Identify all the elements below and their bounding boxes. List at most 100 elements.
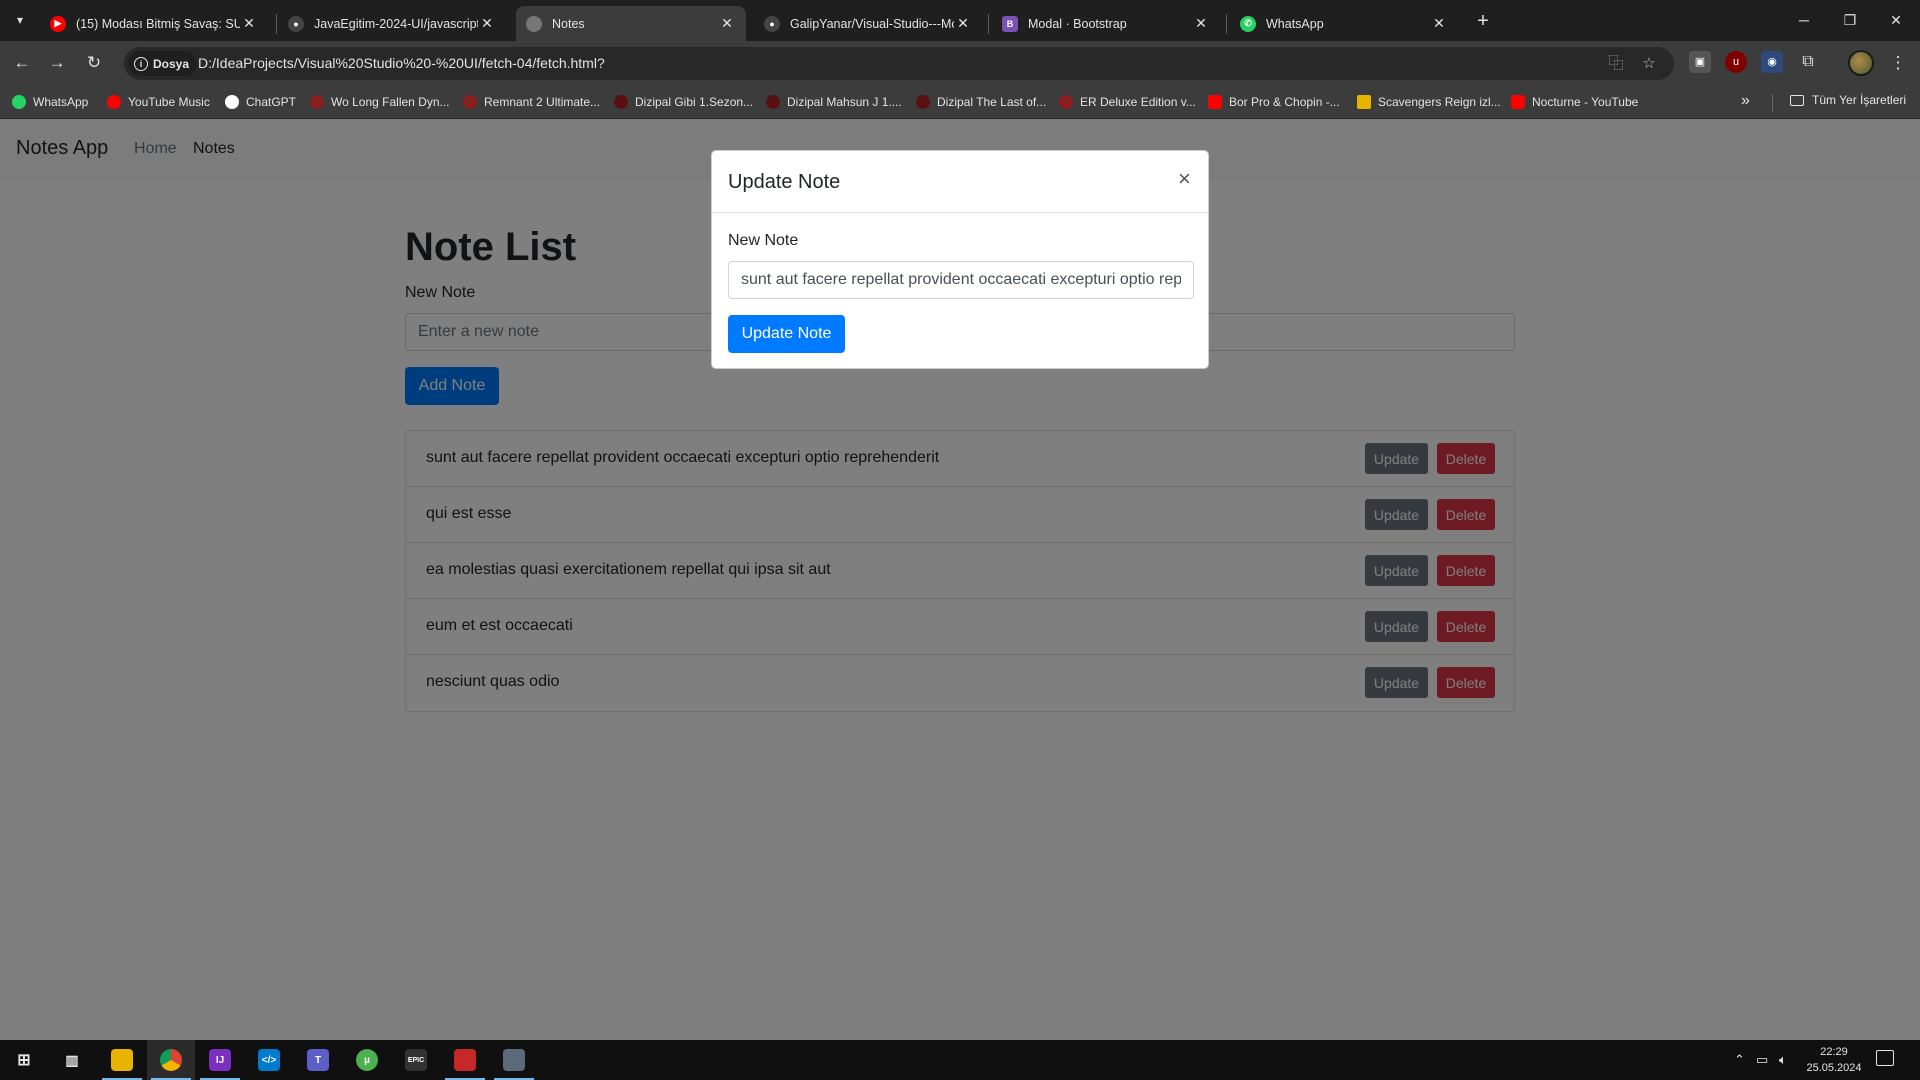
browser-tab[interactable]: ✆ WhatsApp ✕ (1230, 6, 1458, 41)
close-icon[interactable]: ✕ (718, 15, 736, 32)
game-red-logo-icon (454, 1049, 476, 1071)
bookmark-item[interactable]: Remnant 2 Ultimate... (463, 93, 600, 111)
utorrent-icon[interactable]: µ (343, 1040, 391, 1080)
bookmark-item[interactable]: WhatsApp (12, 93, 88, 111)
notification-center-icon[interactable] (1876, 1050, 1894, 1066)
epic-games-logo-icon: EPIC (405, 1049, 427, 1071)
epic-games-icon[interactable]: EPIC (392, 1040, 440, 1080)
bookmark-label: Scavengers Reign izl... (1378, 95, 1501, 109)
browser-tab[interactable]: ▶ (15) Modası Bitmiş Savaş: SURİY ✕ (40, 6, 268, 41)
bookmark-item[interactable]: Dizipal Mahsun J 1.... (766, 93, 902, 111)
bookmark-label: Dizipal Mahsun J 1.... (787, 95, 902, 109)
bookmark-item[interactable]: Nocturne - YouTube (1511, 93, 1638, 111)
new-tab-plus-icon[interactable]: + (1472, 10, 1494, 32)
dizipal-icon (614, 95, 628, 109)
bookmark-label: Dizipal The Last of... (937, 95, 1047, 109)
vscode-logo-icon: </> (258, 1049, 280, 1071)
game-dark-logo-icon (503, 1049, 525, 1071)
youtube-music-icon (107, 95, 121, 109)
close-icon[interactable]: × (1178, 168, 1191, 190)
github-icon: ● (764, 15, 780, 32)
site-info-chip[interactable]: i Dosya (128, 51, 198, 76)
file-explorer-icon[interactable] (98, 1040, 146, 1080)
bookmark-item[interactable]: Dizipal The Last of... (916, 93, 1046, 111)
bookmark-label: Remnant 2 Ultimate... (484, 95, 601, 109)
update-note-modal: Update Note × New Note Update Note (711, 150, 1209, 369)
volume-icon[interactable]: 🔈︎ (1779, 1052, 1787, 1068)
close-icon[interactable]: ✕ (240, 15, 258, 32)
browser-toolbar: ← → ↻ i Dosya D:/IdeaProjects/Visual%20S… (0, 41, 1920, 85)
update-note-button[interactable]: Update Note (728, 315, 845, 353)
bookmark-item[interactable]: Bor Pro & Chopin -... (1208, 93, 1340, 111)
tab-search-icon[interactable]: ▾ (8, 8, 32, 32)
bookmark-star-icon[interactable]: ☆ (1639, 54, 1659, 74)
address-url[interactable]: D:/IdeaProjects/Visual%20Studio%20-%20UI… (198, 55, 605, 71)
system-clock[interactable]: 22:29 25.05.2024 (1806, 1044, 1862, 1076)
page-viewport: Notes App Home Notes Note List New Note … (0, 119, 1920, 1040)
browser-tab-active[interactable]: Notes ✕ (516, 6, 746, 41)
youtube-icon (1208, 95, 1222, 109)
globe-icon (526, 15, 542, 32)
network-icon[interactable]: ▭ (1756, 1052, 1768, 1068)
ublock-icon[interactable]: u (1725, 51, 1747, 73)
bookmark-label: Wo Long Fallen Dyn... (331, 95, 450, 109)
game-app-icon[interactable] (490, 1040, 538, 1080)
site-icon (1357, 95, 1371, 109)
bookmark-item[interactable]: YouTube Music (107, 93, 210, 111)
vscode-icon[interactable]: </> (245, 1040, 293, 1080)
youtube-icon (1511, 95, 1525, 109)
bookmark-label: YouTube Music (128, 95, 210, 109)
close-icon[interactable]: ✕ (1430, 15, 1448, 32)
task-view-icon[interactable]: ▥ (48, 1040, 96, 1080)
extensions-puzzle-icon[interactable]: ⧉ (1797, 51, 1819, 73)
window-close-icon[interactable]: ✕ (1873, 0, 1919, 40)
translate-icon[interactable]: ⿻ (1606, 54, 1626, 74)
update-note-input[interactable] (728, 261, 1194, 299)
close-icon[interactable]: ✕ (478, 15, 496, 32)
windows-logo-icon: ⊞ (17, 1052, 31, 1069)
forward-arrow-icon[interactable]: → (45, 51, 69, 75)
chrome-logo-icon (160, 1049, 182, 1071)
chevron-double-right-icon[interactable]: » (1741, 92, 1750, 110)
restore-icon[interactable]: ❐ (1827, 0, 1873, 40)
game-app-icon[interactable] (441, 1040, 489, 1080)
close-icon[interactable]: ✕ (1192, 15, 1210, 32)
bookmark-item[interactable]: ER Deluxe Edition v... (1059, 93, 1196, 111)
folder-icon (111, 1049, 133, 1071)
address-bar[interactable]: i Dosya D:/IdeaProjects/Visual%20Studio%… (124, 47, 1674, 80)
minimize-icon[interactable]: ─ (1781, 0, 1827, 40)
teams-logo-icon: T (307, 1049, 329, 1071)
windows-start-icon[interactable]: ⊞ (0, 1040, 48, 1080)
intellij-icon[interactable]: IJ (196, 1040, 244, 1080)
back-arrow-icon[interactable]: ← (10, 51, 34, 75)
browser-tab[interactable]: ● JavaEgitim-2024-UI/javascript/f ✕ (278, 6, 506, 41)
intellij-logo-icon: IJ (209, 1049, 231, 1071)
close-icon[interactable]: ✕ (954, 15, 972, 32)
extension-icon[interactable]: ▣ (1689, 51, 1711, 73)
all-bookmarks-folder[interactable]: Tüm Yer İşaretleri (1790, 93, 1906, 107)
bookmark-label: Nocturne - YouTube (1532, 95, 1639, 109)
bookmark-item[interactable]: Dizipal Gibi 1.Sezon... (614, 93, 753, 111)
extension-icon[interactable]: ◉ (1761, 51, 1783, 73)
browser-tab[interactable]: B Modal · Bootstrap ✕ (992, 6, 1220, 41)
clock-date: 25.05.2024 (1806, 1062, 1862, 1074)
bookmark-item[interactable]: Wo Long Fallen Dyn... (310, 93, 450, 111)
menu-kebab-icon[interactable]: ⋮ (1886, 51, 1910, 75)
tray-chevron-up-icon[interactable]: ⌃ (1734, 1052, 1745, 1068)
bookmark-label: ER Deluxe Edition v... (1080, 95, 1196, 109)
tab-title: (15) Modası Bitmiş Savaş: SURİY (76, 16, 240, 31)
task-view-glyph-icon: ▥ (65, 1051, 79, 1068)
teams-icon[interactable]: T (294, 1040, 342, 1080)
browser-tab[interactable]: ● GalipYanar/Visual-Studio---Mod ✕ (754, 6, 982, 41)
browser-tab-strip: ▾ ▶ (15) Modası Bitmiş Savaş: SURİY ✕ ● … (0, 0, 1920, 41)
bookmark-item[interactable]: Scavengers Reign izl... (1357, 93, 1501, 111)
bookmarks-divider (1772, 94, 1773, 112)
reload-icon[interactable]: ↻ (82, 51, 106, 75)
bootstrap-icon: B (1002, 15, 1018, 32)
tab-title: JavaEgitim-2024-UI/javascript/f (314, 16, 478, 31)
chrome-icon[interactable] (147, 1040, 195, 1080)
bookmark-item[interactable]: ChatGPT (225, 93, 296, 111)
profile-avatar[interactable] (1848, 50, 1874, 76)
clock-time: 22:29 (1820, 1046, 1848, 1058)
windows-taskbar: ⊞ ▥ IJ </> T µ EPIC ⌃ ▭ 🔈︎ 22:29 25.05.2… (0, 1040, 1920, 1080)
